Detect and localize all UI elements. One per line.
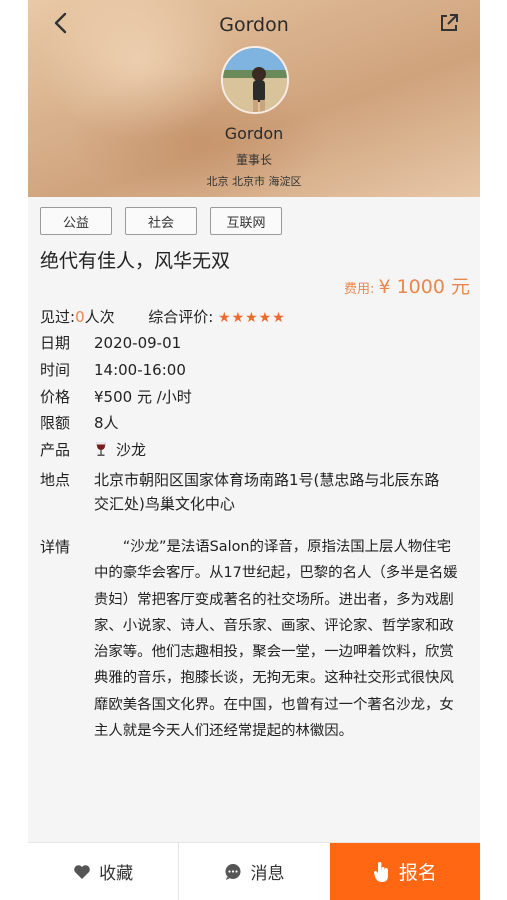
rating-label: 综合评价: [148,308,214,326]
address-label: 地点 [40,471,71,489]
price-value: ¥500 元 /小时 [94,388,192,406]
quota-row: 限额 8人 [40,413,119,433]
product-row: 产品 沙龙 [40,440,146,460]
time-row: 时间 14:00-16:00 [40,360,186,380]
wine-glass-icon [96,442,106,456]
date-row: 日期 2020-09-01 [40,333,181,353]
quota-label: 限额 [40,414,71,432]
fee-amount: ¥ 1000 元 [378,276,470,298]
date-label: 日期 [40,334,71,352]
event-title: 绝代有佳人，风华无双 [40,250,231,272]
quota-value: 8人 [94,414,119,432]
heart-icon [74,864,90,879]
share-button[interactable] [434,8,464,38]
user-location: 北京 北京市 海淀区 [206,175,302,188]
page-title: Gordon [219,14,289,36]
bottom-action-bar: 收藏 消息 报名 [28,842,480,900]
address-value: 北京市朝阳区国家体育场南路1号(慧忠路与北辰东路交汇处)鸟巢文化中心 [94,471,440,513]
tap-hand-icon [373,861,388,882]
fee-label: 费用: [343,282,375,297]
signup-button[interactable]: 报名 [329,843,480,900]
rating-stars: ★★★★★ [218,310,286,326]
chat-bubble-icon [225,863,241,880]
seen-label: 见过: [40,308,76,326]
fee: 费用: ¥ 1000 元 [344,272,470,299]
message-label: 消息 [250,864,285,884]
tag[interactable]: 公益 [40,207,112,235]
time-label: 时间 [40,361,71,379]
product-label: 产品 [40,441,71,459]
seen-count: 0 [75,308,85,326]
price-row: 价格 ¥500 元 /小时 [40,387,192,407]
avatar[interactable] [221,46,289,114]
tag[interactable]: 社会 [125,207,197,235]
signup-label: 报名 [398,862,437,884]
date-value: 2020-09-01 [94,334,182,352]
seen-unit: 人次 [84,308,115,326]
detail-label: 详情 [40,538,71,556]
share-icon [441,14,458,31]
price-label: 价格 [40,388,71,406]
tag[interactable]: 互联网 [210,207,282,235]
favorite-button[interactable]: 收藏 [28,843,178,900]
user-name: Gordon [224,124,284,143]
user-position: 董事长 [235,153,272,167]
product-value: 沙龙 [116,441,147,459]
profile-header: Gordon Gordon 董事长 北京 北京市 海淀区 [28,0,480,197]
seen-rating-row: 见过:0人次 综合评价: ★★★★★ [40,307,286,328]
tag-list: 公益 社会 互联网 [40,207,282,235]
message-button[interactable]: 消息 [178,843,329,900]
time-value: 14:00-16:00 [94,361,186,379]
favorite-label: 收藏 [99,864,134,884]
detail-text: “沙龙”是法语Salon的译音，原指法国上层人物住宅中的豪华会客厅。从17世纪起… [94,539,458,740]
screen: Gordon Gordon 董事长 北京 北京市 海淀区 公益 社会 互联网 绝… [28,0,480,900]
